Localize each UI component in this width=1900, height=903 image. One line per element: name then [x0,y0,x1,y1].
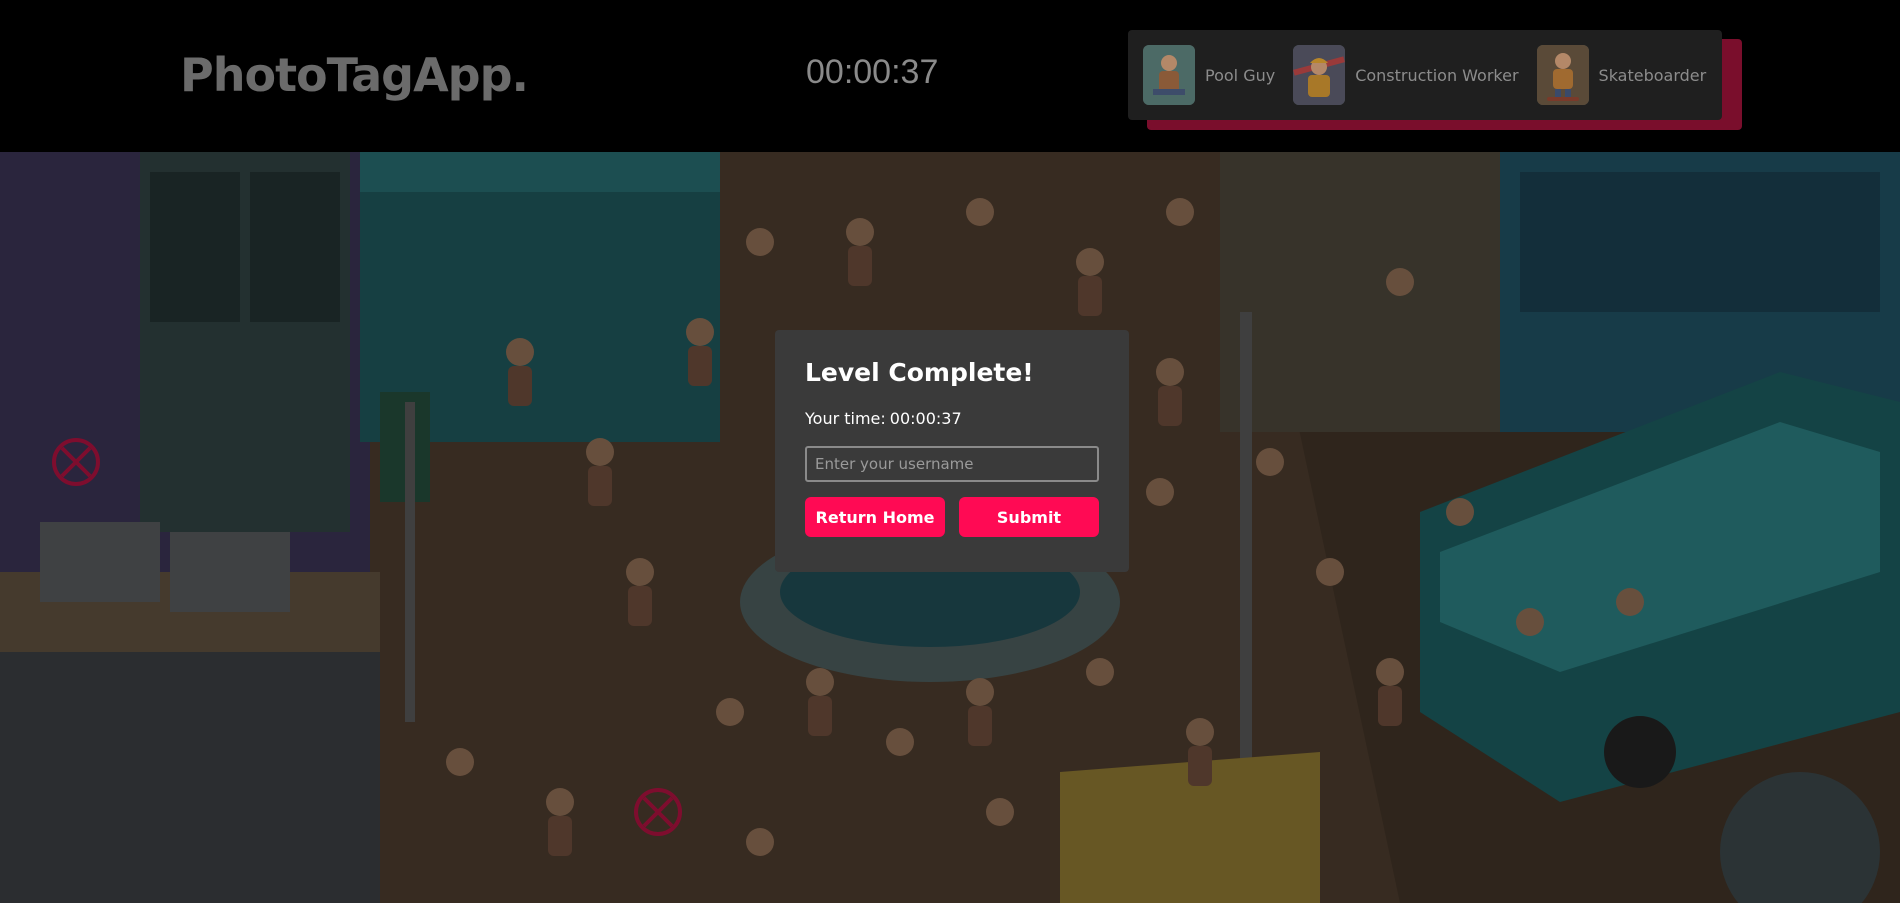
dialog-title: Level Complete! [805,358,1034,387]
app-logo[interactable]: PhotoTagApp. [180,48,529,102]
construction-worker-thumbnail [1293,45,1346,105]
final-time-label: Your time: [805,409,886,428]
pool-guy-thumbnail [1143,45,1195,105]
final-time: Your time: 00:00:37 [805,409,1099,428]
target-label: Pool Guy [1205,65,1276,85]
skateboarder-thumbnail [1536,45,1589,105]
final-time-value: 00:00:37 [889,409,962,428]
submit-button[interactable]: Submit [959,497,1099,537]
targets-panel: Pool Guy Construction Worker Skateboarde… [1128,30,1722,120]
username-input[interactable] [805,446,1099,482]
target-skateboarder: Skateboarder [1536,45,1707,105]
dialog-actions: Return Home Submit [805,497,1099,537]
return-home-button[interactable]: Return Home [805,497,945,537]
game-timer: 00:00:37 [806,53,939,91]
top-bar: PhotoTagApp. 00:00:37 Pool Guy Construct… [0,0,1900,152]
target-construction-worker: Construction Worker [1293,45,1519,105]
target-label: Construction Worker [1355,65,1519,85]
target-label: Skateboarder [1598,65,1707,85]
level-complete-dialog: Level Complete! Your time:00:00:37 Retur… [775,330,1129,572]
target-pool-guy: Pool Guy [1143,45,1275,105]
